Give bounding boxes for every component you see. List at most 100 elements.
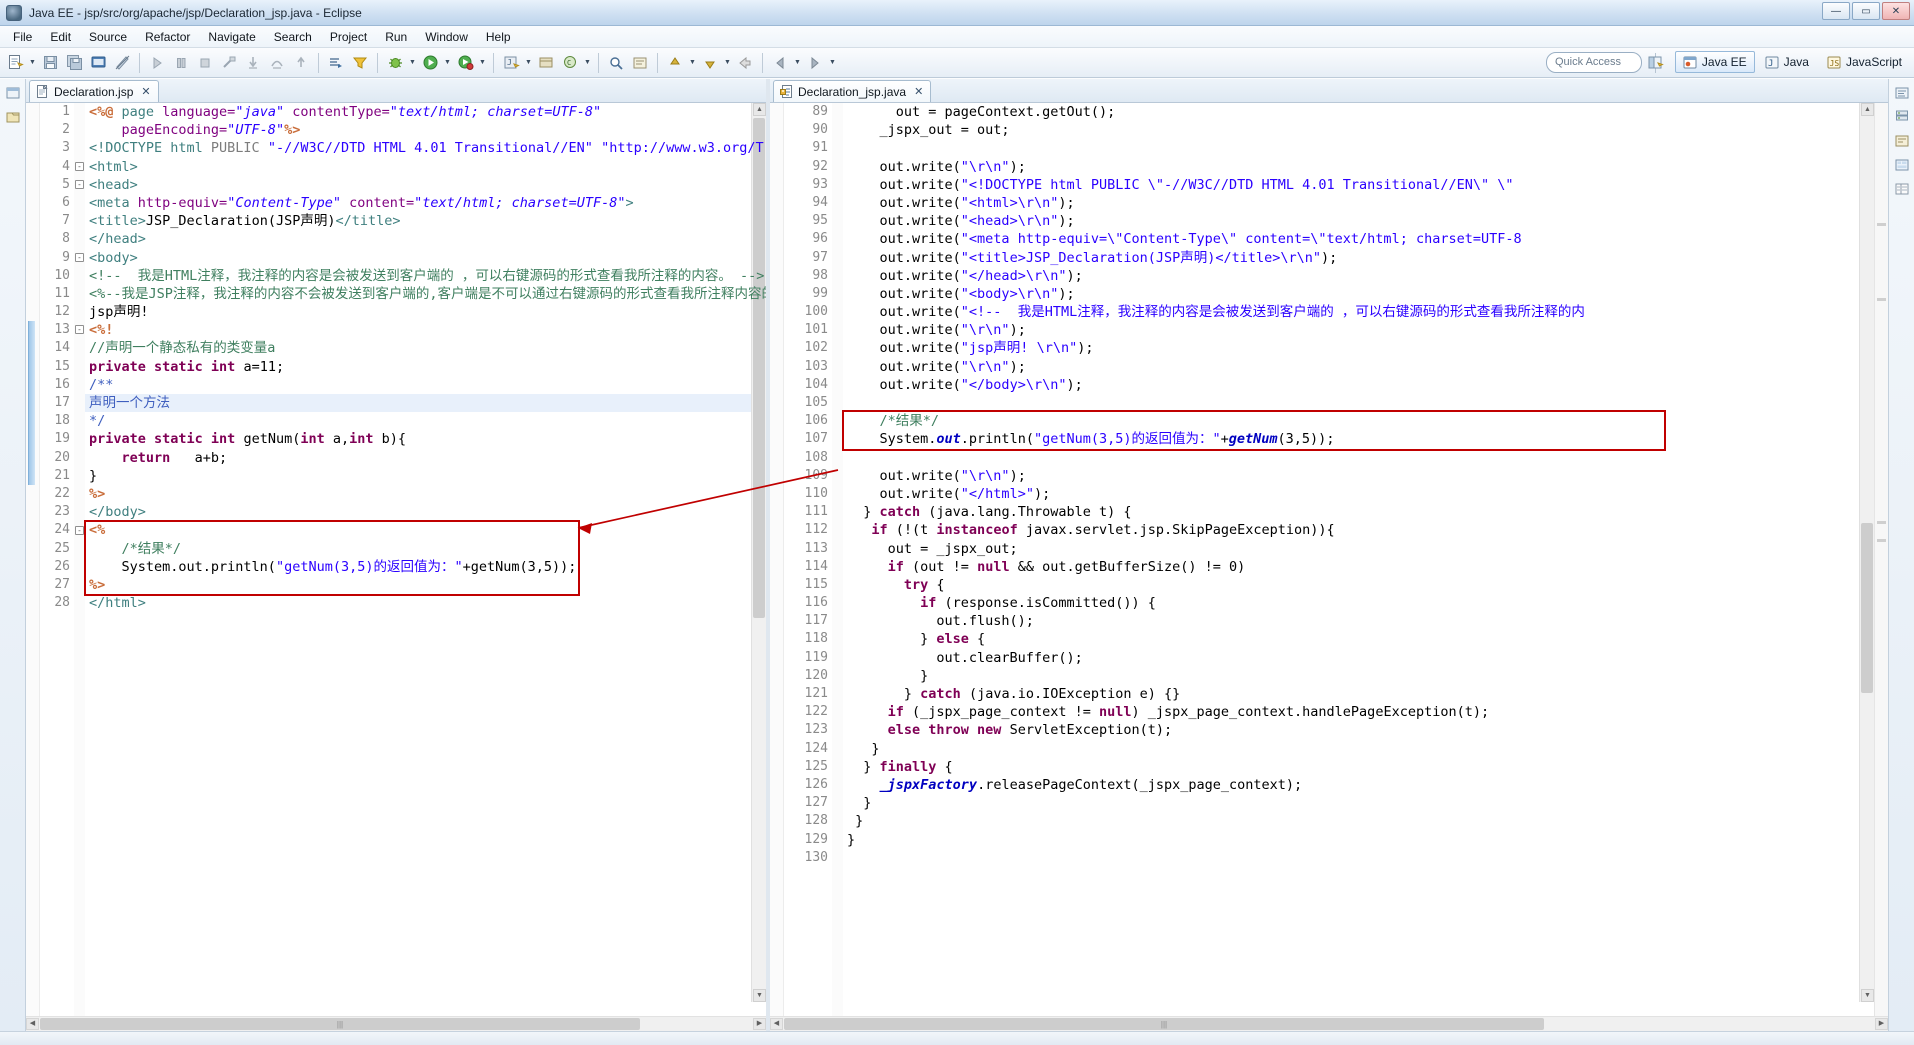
code-line[interactable]: pageEncoding="UTF-8"%> (89, 121, 766, 139)
code-line[interactable]: <title>JSP_Declaration(JSP声明)</title> (89, 212, 766, 230)
properties-view-icon[interactable] (1892, 179, 1912, 199)
code-line[interactable]: out.flush(); (847, 612, 1888, 630)
code-line[interactable]: if (!(t instanceof javax.servlet.jsp.Ski… (847, 521, 1888, 539)
code-line[interactable]: } (847, 831, 1888, 849)
right-vscroll-thumb[interactable] (1861, 523, 1873, 693)
run-button[interactable] (419, 52, 441, 74)
code-line[interactable]: </html> (89, 594, 766, 612)
right-hscroll-right-arrow[interactable]: ▶ (1875, 1018, 1888, 1030)
forward-dropdown-arrow[interactable]: ▼ (827, 52, 838, 74)
back-dropdown-arrow[interactable]: ▼ (792, 52, 803, 74)
code-line[interactable]: return a+b; (89, 449, 766, 467)
debug-dropdown-arrow[interactable]: ▼ (407, 52, 418, 74)
code-line[interactable]: System.out.println("getNum(3,5)的返回值为："+g… (89, 558, 766, 576)
code-line[interactable]: out.write("jsp声明! \r\n"); (847, 339, 1888, 357)
left-vscroll-up-arrow[interactable]: ▲ (753, 103, 766, 116)
save-button[interactable] (39, 52, 61, 74)
right-code-area[interactable]: 89 90 91 92 93 94 95 96 97 98 99 100 101 102 103 104 105… (770, 103, 1888, 1016)
code-line[interactable]: out.write("\r\n"); (847, 158, 1888, 176)
code-line[interactable]: private static int a=11; (89, 358, 766, 376)
right-source-text[interactable]: out = pageContext.getOut(); _jspx_out = … (843, 103, 1888, 1016)
fold-toggle-icon[interactable]: - (75, 179, 84, 189)
code-line[interactable]: if (response.isCommitted()) { (847, 594, 1888, 612)
new-wizard-dropdown-arrow[interactable]: ▼ (27, 52, 38, 74)
code-line[interactable]: out = _jspx_out; (847, 540, 1888, 558)
code-line[interactable]: out = pageContext.getOut(); (847, 103, 1888, 121)
fold-toggle-icon[interactable]: - (75, 525, 84, 535)
new-java-project-button[interactable]: J (500, 52, 522, 74)
left-marker-bar[interactable] (26, 103, 40, 1016)
code-line[interactable]: out.write("<title>JSP_Declaration(JSP声明)… (847, 249, 1888, 267)
code-line[interactable]: if (_jspx_page_context != null) _jspx_pa… (847, 703, 1888, 721)
left-source-text[interactable]: <%@ page language="java" contentType="te… (85, 103, 766, 1016)
servers-view-icon[interactable] (1892, 107, 1912, 127)
code-line[interactable]: } catch (java.io.IOException e) {} (847, 685, 1888, 703)
previous-annotation-button[interactable] (664, 52, 686, 74)
outline-view-icon[interactable] (1892, 83, 1912, 103)
perspective-java[interactable]: J Java (1757, 51, 1817, 73)
step-into-button[interactable] (242, 52, 264, 74)
left-vscroll-down-arrow[interactable]: ▼ (753, 989, 766, 1002)
terminate-button[interactable] (194, 52, 216, 74)
toggle-annotations-button[interactable] (111, 52, 133, 74)
code-line[interactable]: <%@ page language="java" contentType="te… (89, 103, 766, 121)
code-line[interactable]: <html> (89, 158, 766, 176)
code-line[interactable]: } catch (java.lang.Throwable t) { (847, 503, 1888, 521)
code-line[interactable]: } (89, 467, 766, 485)
tab-declaration-jsp-java-close[interactable]: ✕ (914, 85, 923, 98)
code-line[interactable]: %> (89, 485, 766, 503)
code-line[interactable]: <%--我是JSP注释，我注释的内容不会被发送到客户端的,客户端是不可以通过右键… (89, 285, 766, 303)
code-line[interactable]: out.write("\r\n"); (847, 321, 1888, 339)
quick-access-input[interactable]: Quick Access (1546, 52, 1642, 73)
menu-refactor[interactable]: Refactor (136, 28, 199, 46)
palette-view-icon[interactable] (1892, 155, 1912, 175)
code-line[interactable]: if (out != null && out.getBufferSize() !… (847, 558, 1888, 576)
minimize-button[interactable]: — (1822, 2, 1850, 20)
menu-source[interactable]: Source (80, 28, 136, 46)
left-vertical-scrollbar[interactable]: ▲ ▼ (751, 103, 766, 1002)
code-line[interactable]: out.write("\r\n"); (847, 358, 1888, 376)
right-vscroll-down-arrow[interactable]: ▼ (1861, 989, 1874, 1002)
run-external-dropdown-arrow[interactable]: ▼ (477, 52, 488, 74)
debug-button[interactable] (384, 52, 406, 74)
code-line[interactable]: //声明一个静态私有的类变量a (89, 339, 766, 357)
menu-navigate[interactable]: Navigate (199, 28, 264, 46)
code-line[interactable]: out.write("<meta http-equiv=\"Content-Ty… (847, 230, 1888, 248)
perspective-javascript[interactable]: JS JavaScript (1819, 51, 1910, 73)
menu-window[interactable]: Window (416, 28, 477, 46)
save-all-button[interactable] (63, 52, 85, 74)
code-line[interactable]: <%! (89, 321, 766, 339)
code-line[interactable]: out.write("</html>"); (847, 485, 1888, 503)
next-annotation-dropdown-arrow[interactable]: ▼ (722, 52, 733, 74)
snippets-view-icon[interactable] (1892, 131, 1912, 151)
right-hscroll-thumb[interactable]: ||| (784, 1018, 1544, 1030)
right-hscroll-left-arrow[interactable]: ◀ (770, 1018, 783, 1030)
code-line[interactable]: out.write("<!DOCTYPE html PUBLIC \"-//W3… (847, 176, 1888, 194)
step-return-button[interactable] (290, 52, 312, 74)
new-class-button[interactable]: C (559, 52, 581, 74)
fold-toggle-icon[interactable]: - (75, 252, 84, 262)
code-line[interactable]: jsp声明! (89, 303, 766, 321)
perspective-java-ee[interactable]: Java EE (1674, 51, 1755, 73)
code-line[interactable]: <head> (89, 176, 766, 194)
code-line[interactable]: } finally { (847, 758, 1888, 776)
fold-toggle-icon[interactable]: - (75, 325, 84, 335)
menu-run[interactable]: Run (376, 28, 416, 46)
maximize-button[interactable]: ▭ (1852, 2, 1880, 20)
left-horizontal-scrollbar[interactable]: ◀ ||| ▶ (26, 1016, 766, 1031)
right-vscroll-up-arrow[interactable]: ▲ (1861, 103, 1874, 116)
code-line[interactable]: try { (847, 576, 1888, 594)
code-line[interactable]: <!DOCTYPE html PUBLIC "-//W3C//DTD HTML … (89, 139, 766, 157)
code-line[interactable] (847, 849, 1888, 867)
code-line[interactable] (847, 394, 1888, 412)
menu-project[interactable]: Project (321, 28, 376, 46)
code-line[interactable]: out.clearBuffer(); (847, 649, 1888, 667)
step-over-button[interactable] (266, 52, 288, 74)
code-line[interactable]: } (847, 740, 1888, 758)
code-line[interactable]: </head> (89, 230, 766, 248)
right-horizontal-scrollbar[interactable]: ◀ ||| ▶ (770, 1016, 1888, 1031)
fold-toggle-icon[interactable]: - (75, 161, 84, 171)
left-hscroll-thumb[interactable]: ||| (40, 1018, 640, 1030)
left-vscroll-thumb[interactable] (753, 118, 765, 618)
code-line[interactable]: %> (89, 576, 766, 594)
